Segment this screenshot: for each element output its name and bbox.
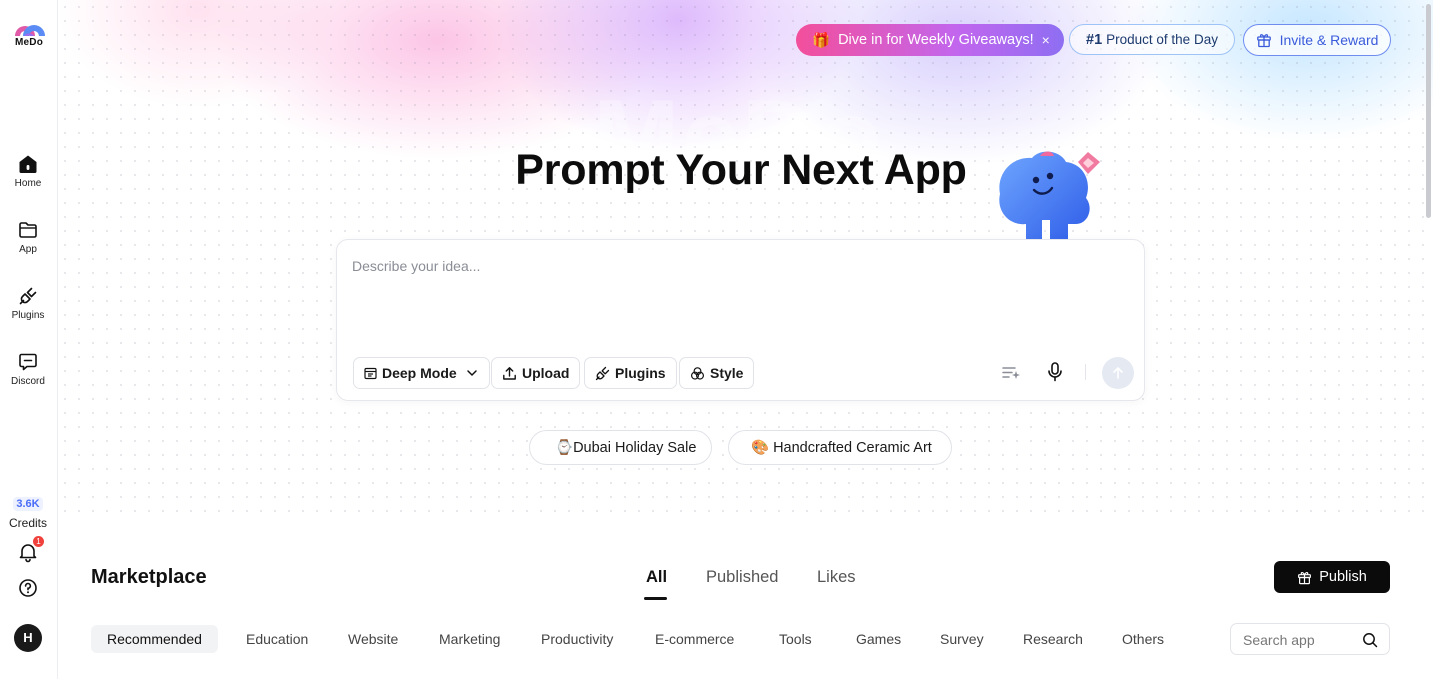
upload-button[interactable]: Upload <box>491 357 581 389</box>
sidebar-item-discord[interactable]: Discord <box>0 352 56 387</box>
watch-emoji-icon: ⌚ <box>555 440 574 456</box>
category-marketing[interactable]: Marketing <box>439 625 500 653</box>
home-icon <box>19 155 37 173</box>
publish-label: Publish <box>1319 569 1367 585</box>
brand-name: MeDo <box>14 37 44 48</box>
deep-mode-label: Deep Mode <box>382 365 457 381</box>
category-productivity[interactable]: Productivity <box>541 625 613 653</box>
brand-logo[interactable]: MeDo <box>8 16 50 48</box>
suggestion-text: Dubai Holiday Sale <box>573 439 697 456</box>
active-tab-indicator <box>644 597 667 600</box>
giveaway-text: Dive in for Weekly Giveaways! <box>838 32 1034 48</box>
send-arrow-icon <box>1113 367 1123 379</box>
category-ecommerce[interactable]: E-commerce <box>655 625 734 653</box>
main-content: MeDo 🎁 Dive in for Weekly Giveaways! × #… <box>58 0 1433 679</box>
invite-reward-button[interactable]: Invite & Reward <box>1243 24 1391 56</box>
suggestion-text: Handcrafted Ceramic Art <box>773 439 932 456</box>
marketplace-title: Marketplace <box>91 566 207 588</box>
credits-value: 3.6K <box>13 497 43 511</box>
page-title: Prompt Your Next App <box>515 146 967 194</box>
user-avatar[interactable]: H <box>14 624 42 652</box>
sidebar-item-label: Discord <box>11 376 45 387</box>
palette-emoji-icon: 🎨 <box>751 440 770 456</box>
voice-input-button[interactable] <box>1045 361 1065 388</box>
publish-button[interactable]: Publish <box>1274 561 1390 593</box>
prompt-input[interactable] <box>352 258 1122 274</box>
sidebar-item-app[interactable]: App <box>0 220 56 255</box>
gift-emoji-icon: 🎁 <box>812 32 831 49</box>
plug-icon <box>595 366 610 380</box>
category-survey[interactable]: Survey <box>940 625 984 653</box>
medo-logo-icon <box>15 25 45 36</box>
toolbar-divider <box>1085 364 1086 380</box>
category-education[interactable]: Education <box>246 625 308 653</box>
gift-icon <box>1256 34 1271 48</box>
style-icon <box>690 366 705 380</box>
deep-mode-dropdown[interactable]: Deep Mode <box>353 357 490 389</box>
invite-reward-label: Invite & Reward <box>1279 32 1379 48</box>
suggestion-chip[interactable]: ⌚ Dubai Holiday Sale <box>529 430 712 465</box>
credits-label: Credits <box>8 516 47 530</box>
category-website[interactable]: Website <box>348 625 398 653</box>
sidebar-item-home[interactable]: Home <box>0 154 56 189</box>
prompt-enhance-icon <box>1002 367 1020 379</box>
category-games[interactable]: Games <box>856 625 901 653</box>
notification-count-badge: 1 <box>33 536 44 547</box>
chevron-down-icon <box>466 370 477 376</box>
notifications-button[interactable]: 1 <box>17 536 44 563</box>
credits-indicator[interactable]: 3.6K Credits <box>0 494 56 530</box>
plugins-button[interactable]: Plugins <box>584 357 677 389</box>
category-research[interactable]: Research <box>1023 625 1083 653</box>
product-of-day-text: Product of the Day <box>1106 32 1218 47</box>
sidebar: MeDo Home App Plugins Discord 3.6K Credi… <box>0 0 58 679</box>
chat-icon <box>19 353 37 371</box>
product-rank: #1 <box>1086 31 1103 48</box>
category-tools[interactable]: Tools <box>779 625 812 653</box>
suggestion-chip[interactable]: 🎨 Handcrafted Ceramic Art <box>728 430 952 465</box>
sidebar-item-label: Home <box>14 178 42 189</box>
search-app-box <box>1230 623 1390 655</box>
microphone-icon <box>1048 362 1062 382</box>
giveaway-banner[interactable]: 🎁 Dive in for Weekly Giveaways! × <box>796 24 1064 56</box>
prompt-enhance-button[interactable] <box>1001 361 1021 388</box>
folder-icon <box>19 222 37 238</box>
plugins-label: Plugins <box>615 365 666 381</box>
product-of-day-badge[interactable]: #1 Product of the Day <box>1069 24 1235 55</box>
layout-icon <box>364 367 377 379</box>
plug-icon <box>19 287 37 305</box>
scrollbar-thumb[interactable] <box>1426 4 1431 218</box>
category-others[interactable]: Others <box>1122 625 1164 653</box>
help-button[interactable] <box>18 578 38 603</box>
tab-likes[interactable]: Likes <box>817 568 856 587</box>
prompt-card: Deep Mode Upload Plugins <box>336 239 1145 401</box>
page-scrollbar[interactable] <box>1424 0 1433 679</box>
gift-icon <box>1298 571 1312 584</box>
mascot-illustration <box>988 146 1112 245</box>
send-button[interactable] <box>1102 357 1134 389</box>
sidebar-item-label: App <box>19 244 37 255</box>
search-icon[interactable] <box>1362 632 1378 653</box>
style-button[interactable]: Style <box>679 357 755 389</box>
upload-label: Upload <box>522 365 570 381</box>
sidebar-item-label: Plugins <box>11 310 45 321</box>
style-label: Style <box>710 365 744 381</box>
sidebar-item-plugins[interactable]: Plugins <box>0 286 56 321</box>
help-icon <box>19 579 37 597</box>
search-app-input[interactable] <box>1243 632 1353 648</box>
category-recommended[interactable]: Recommended <box>91 625 218 653</box>
close-icon[interactable]: × <box>1042 32 1050 48</box>
upload-icon <box>503 366 516 380</box>
tab-published[interactable]: Published <box>706 568 778 587</box>
tab-all[interactable]: All <box>646 568 667 587</box>
